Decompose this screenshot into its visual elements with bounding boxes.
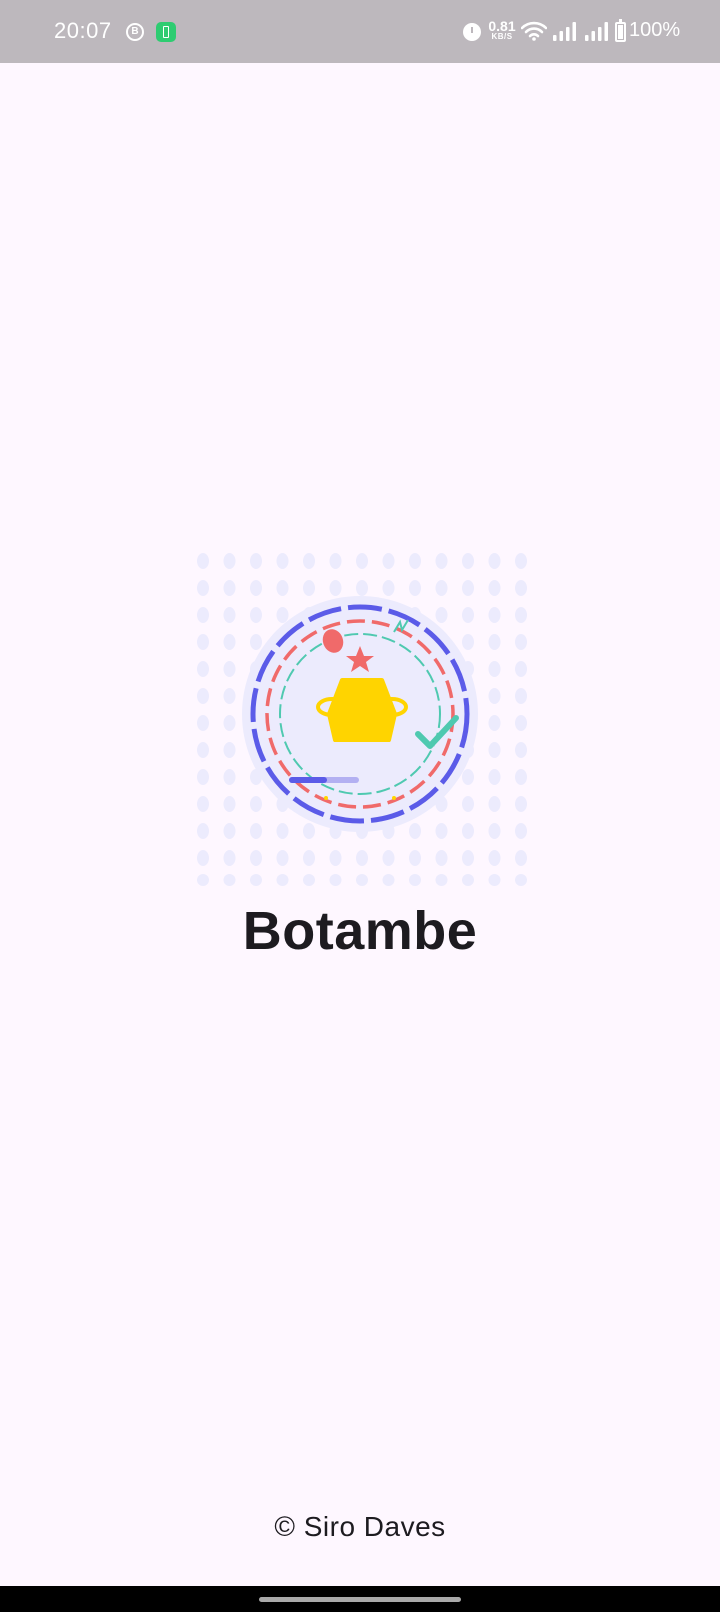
status-bar: 20:07 B 0.81 KB/S 100% [0,0,720,63]
status-time: 20:07 [54,18,112,43]
gesture-handle[interactable] [259,1597,461,1602]
alarm-icon [463,23,481,41]
trophy-badge-icon [197,553,527,886]
network-speed-value: 0.81 [488,18,516,34]
b-circle-icon: B [126,23,144,41]
signal-icon [585,22,608,41]
battery-percent: 100% [629,19,681,41]
network-speed: 0.81 KB/S [487,19,517,41]
app-title: Botambe [242,901,478,961]
copyright-text: © Siro Daves [274,1511,446,1542]
network-speed-unit: KB/S [491,32,513,41]
battery-icon [615,19,626,42]
wifi-icon [521,21,547,41]
navigation-bar [0,1586,720,1612]
signal-icon [553,22,576,41]
battery-saver-icon [156,22,176,42]
